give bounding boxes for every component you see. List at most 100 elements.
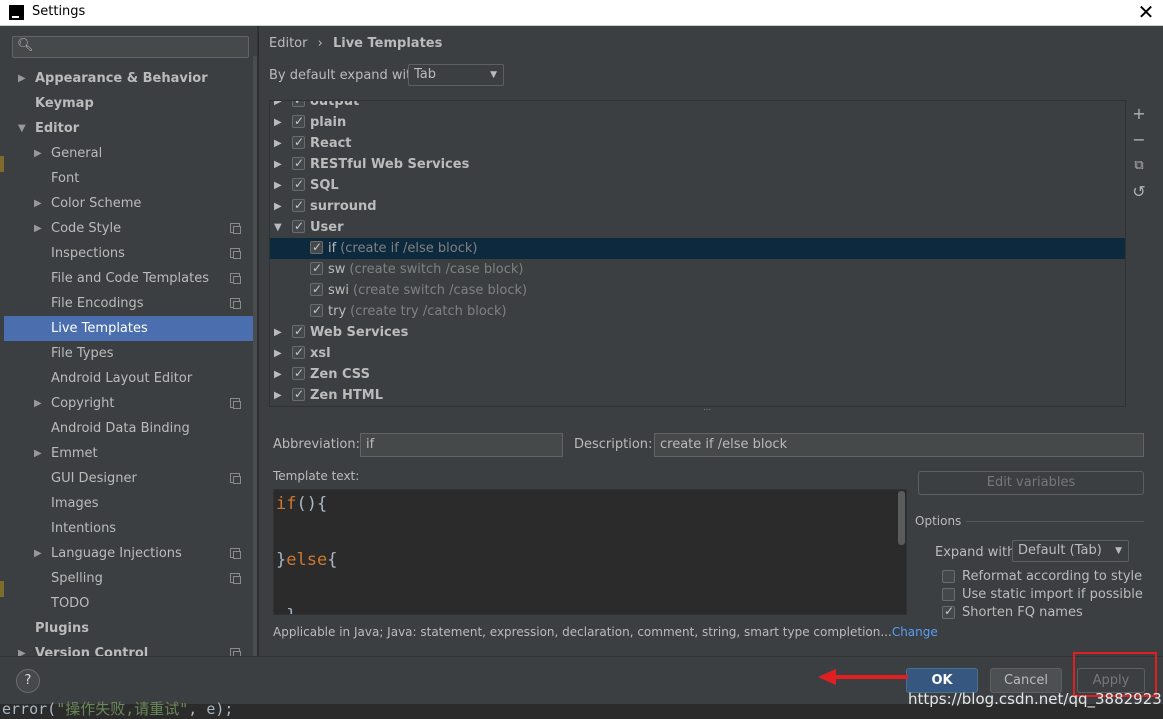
collapsed-arrow-icon[interactable]: ▶ — [34, 141, 46, 166]
sidebar-item[interactable]: ▶ Code Style — [4, 216, 257, 241]
project-scope-icon — [230, 573, 241, 584]
expanded-arrow-icon[interactable]: ▼ — [18, 116, 30, 141]
change-context-link[interactable]: Change — [892, 625, 938, 639]
template-group-row[interactable]: ▶ xsl — [270, 342, 1125, 364]
template-checkbox[interactable] — [292, 363, 305, 384]
sidebar-item[interactable]: Keymap — [4, 91, 257, 116]
sidebar-item-label: Editor — [35, 121, 80, 136]
collapsed-arrow-icon[interactable]: ▶ — [274, 101, 282, 112]
default-expand-select[interactable]: Tab ▼ — [408, 64, 504, 86]
template-editor-scrollbar[interactable] — [898, 491, 905, 545]
restore-icon[interactable]: ↺ — [1131, 184, 1147, 200]
template-group-row[interactable]: ▼ User — [270, 216, 1125, 238]
template-label: sw (create switch /case block) — [328, 259, 523, 280]
template-group-row[interactable]: ▶ Zen CSS — [270, 363, 1125, 385]
sidebar-item-label: Version Control — [35, 646, 149, 656]
sidebar-item[interactable]: ▶ General — [4, 141, 257, 166]
template-row[interactable]: sw(create switch /case block) — [270, 258, 1125, 280]
collapsed-arrow-icon[interactable]: ▶ — [274, 154, 282, 175]
abbreviation-field[interactable]: if — [360, 433, 563, 457]
add-icon[interactable]: + — [1131, 106, 1147, 122]
template-checkbox[interactable] — [310, 300, 323, 321]
sidebar-item[interactable]: File Types — [4, 341, 257, 366]
template-text-editor[interactable]: if(){}else{ } — [273, 489, 907, 615]
breadcrumb-parent[interactable]: Editor — [269, 36, 307, 51]
collapsed-arrow-icon[interactable]: ▶ — [274, 112, 282, 133]
collapsed-arrow-icon[interactable]: ▶ — [274, 364, 282, 385]
help-button[interactable]: ? — [16, 669, 40, 693]
template-group-row[interactable]: ▶ RESTful Web Services — [270, 153, 1125, 175]
collapsed-arrow-icon[interactable]: ▶ — [34, 391, 46, 416]
template-checkbox[interactable] — [310, 237, 323, 258]
template-checkbox[interactable] — [292, 174, 305, 195]
settings-search-input[interactable]: 🔍︎ — [12, 36, 249, 58]
collapsed-arrow-icon[interactable]: ▶ — [274, 196, 282, 217]
sidebar-item[interactable]: ▶ Color Scheme — [4, 191, 257, 216]
template-group-row[interactable]: ▶ plain — [270, 111, 1125, 133]
template-group-row[interactable]: ▶ Zen HTML — [270, 384, 1125, 406]
collapsed-arrow-icon[interactable]: ▶ — [18, 66, 30, 91]
sidebar-item[interactable]: ▶ Version Control — [4, 641, 257, 656]
sidebar-item[interactable]: Live Templates — [4, 316, 257, 341]
close-icon[interactable]: ✕ — [1135, 0, 1157, 24]
collapsed-arrow-icon[interactable]: ▶ — [274, 175, 282, 196]
edit-variables-button[interactable]: Edit variables — [918, 471, 1144, 495]
options-expand-select[interactable]: Default (Tab) ▼ — [1012, 540, 1129, 562]
template-row[interactable]: try(create try /catch block) — [270, 300, 1125, 322]
template-group-row[interactable]: ▶ Web Services — [270, 321, 1125, 343]
template-checkbox[interactable] — [292, 384, 305, 405]
sidebar-item[interactable]: Android Layout Editor — [4, 366, 257, 391]
template-checkbox[interactable] — [292, 342, 305, 363]
template-name: Zen HTML — [310, 388, 383, 403]
sidebar-item[interactable]: Intentions — [4, 516, 257, 541]
sidebar-item[interactable]: GUI Designer — [4, 466, 257, 491]
option-checkbox[interactable] — [942, 588, 955, 601]
collapsed-arrow-icon[interactable]: ▶ — [34, 191, 46, 216]
template-group-row[interactable]: ▶ React — [270, 132, 1125, 154]
template-checkbox[interactable] — [310, 258, 323, 279]
collapsed-arrow-icon[interactable]: ▶ — [274, 385, 282, 406]
template-row[interactable]: if(create if /else block) — [270, 237, 1125, 259]
expanded-arrow-icon[interactable]: ▼ — [274, 217, 282, 238]
sidebar-item[interactable]: Android Data Binding — [4, 416, 257, 441]
sidebar-item[interactable]: Font — [4, 166, 257, 191]
sidebar-item[interactable]: ▶ Appearance & Behavior — [4, 66, 257, 91]
collapsed-arrow-icon[interactable]: ▶ — [274, 322, 282, 343]
template-checkbox[interactable] — [292, 216, 305, 237]
template-group-row[interactable]: ▶ output — [270, 101, 1125, 112]
template-checkbox[interactable] — [292, 101, 305, 111]
template-group-row[interactable]: ▶ surround — [270, 195, 1125, 217]
sidebar-item[interactable]: Inspections — [4, 241, 257, 266]
remove-icon[interactable]: − — [1131, 132, 1147, 148]
template-checkbox[interactable] — [292, 153, 305, 174]
sidebar-item[interactable]: ▶ Language Injections — [4, 541, 257, 566]
sidebar-item[interactable]: File Encodings — [4, 291, 257, 316]
collapsed-arrow-icon[interactable]: ▶ — [18, 641, 30, 656]
template-checkbox[interactable] — [310, 279, 323, 300]
sidebar-scrollbar[interactable] — [253, 56, 257, 656]
template-checkbox[interactable] — [292, 195, 305, 216]
collapsed-arrow-icon[interactable]: ▶ — [274, 133, 282, 154]
template-checkbox[interactable] — [292, 132, 305, 153]
sidebar-item[interactable]: Spelling — [4, 566, 257, 591]
sidebar-item[interactable]: ▶ Copyright — [4, 391, 257, 416]
option-checkbox[interactable] — [942, 602, 955, 620]
splitter-handle[interactable]: ⋯ — [703, 406, 717, 414]
template-checkbox[interactable] — [292, 321, 305, 342]
template-group-row[interactable]: ▶ SQL — [270, 174, 1125, 196]
copy-icon[interactable]: ⧉ — [1131, 158, 1147, 174]
collapsed-arrow-icon[interactable]: ▶ — [34, 216, 46, 241]
sidebar-item[interactable]: TODO — [4, 591, 257, 616]
collapsed-arrow-icon[interactable]: ▶ — [274, 343, 282, 364]
sidebar-item[interactable]: ▼ Editor — [4, 116, 257, 141]
sidebar-item[interactable]: ▶ Emmet — [4, 441, 257, 466]
sidebar-item[interactable]: Images — [4, 491, 257, 516]
template-row[interactable]: swi(create switch /case block) — [270, 279, 1125, 301]
sidebar-item[interactable]: Plugins — [4, 616, 257, 641]
description-field[interactable]: create if /else block — [654, 433, 1144, 457]
collapsed-arrow-icon[interactable]: ▶ — [34, 441, 46, 466]
option-checkbox[interactable] — [942, 570, 955, 583]
template-checkbox[interactable] — [292, 111, 305, 132]
sidebar-item[interactable]: File and Code Templates — [4, 266, 257, 291]
collapsed-arrow-icon[interactable]: ▶ — [34, 541, 46, 566]
